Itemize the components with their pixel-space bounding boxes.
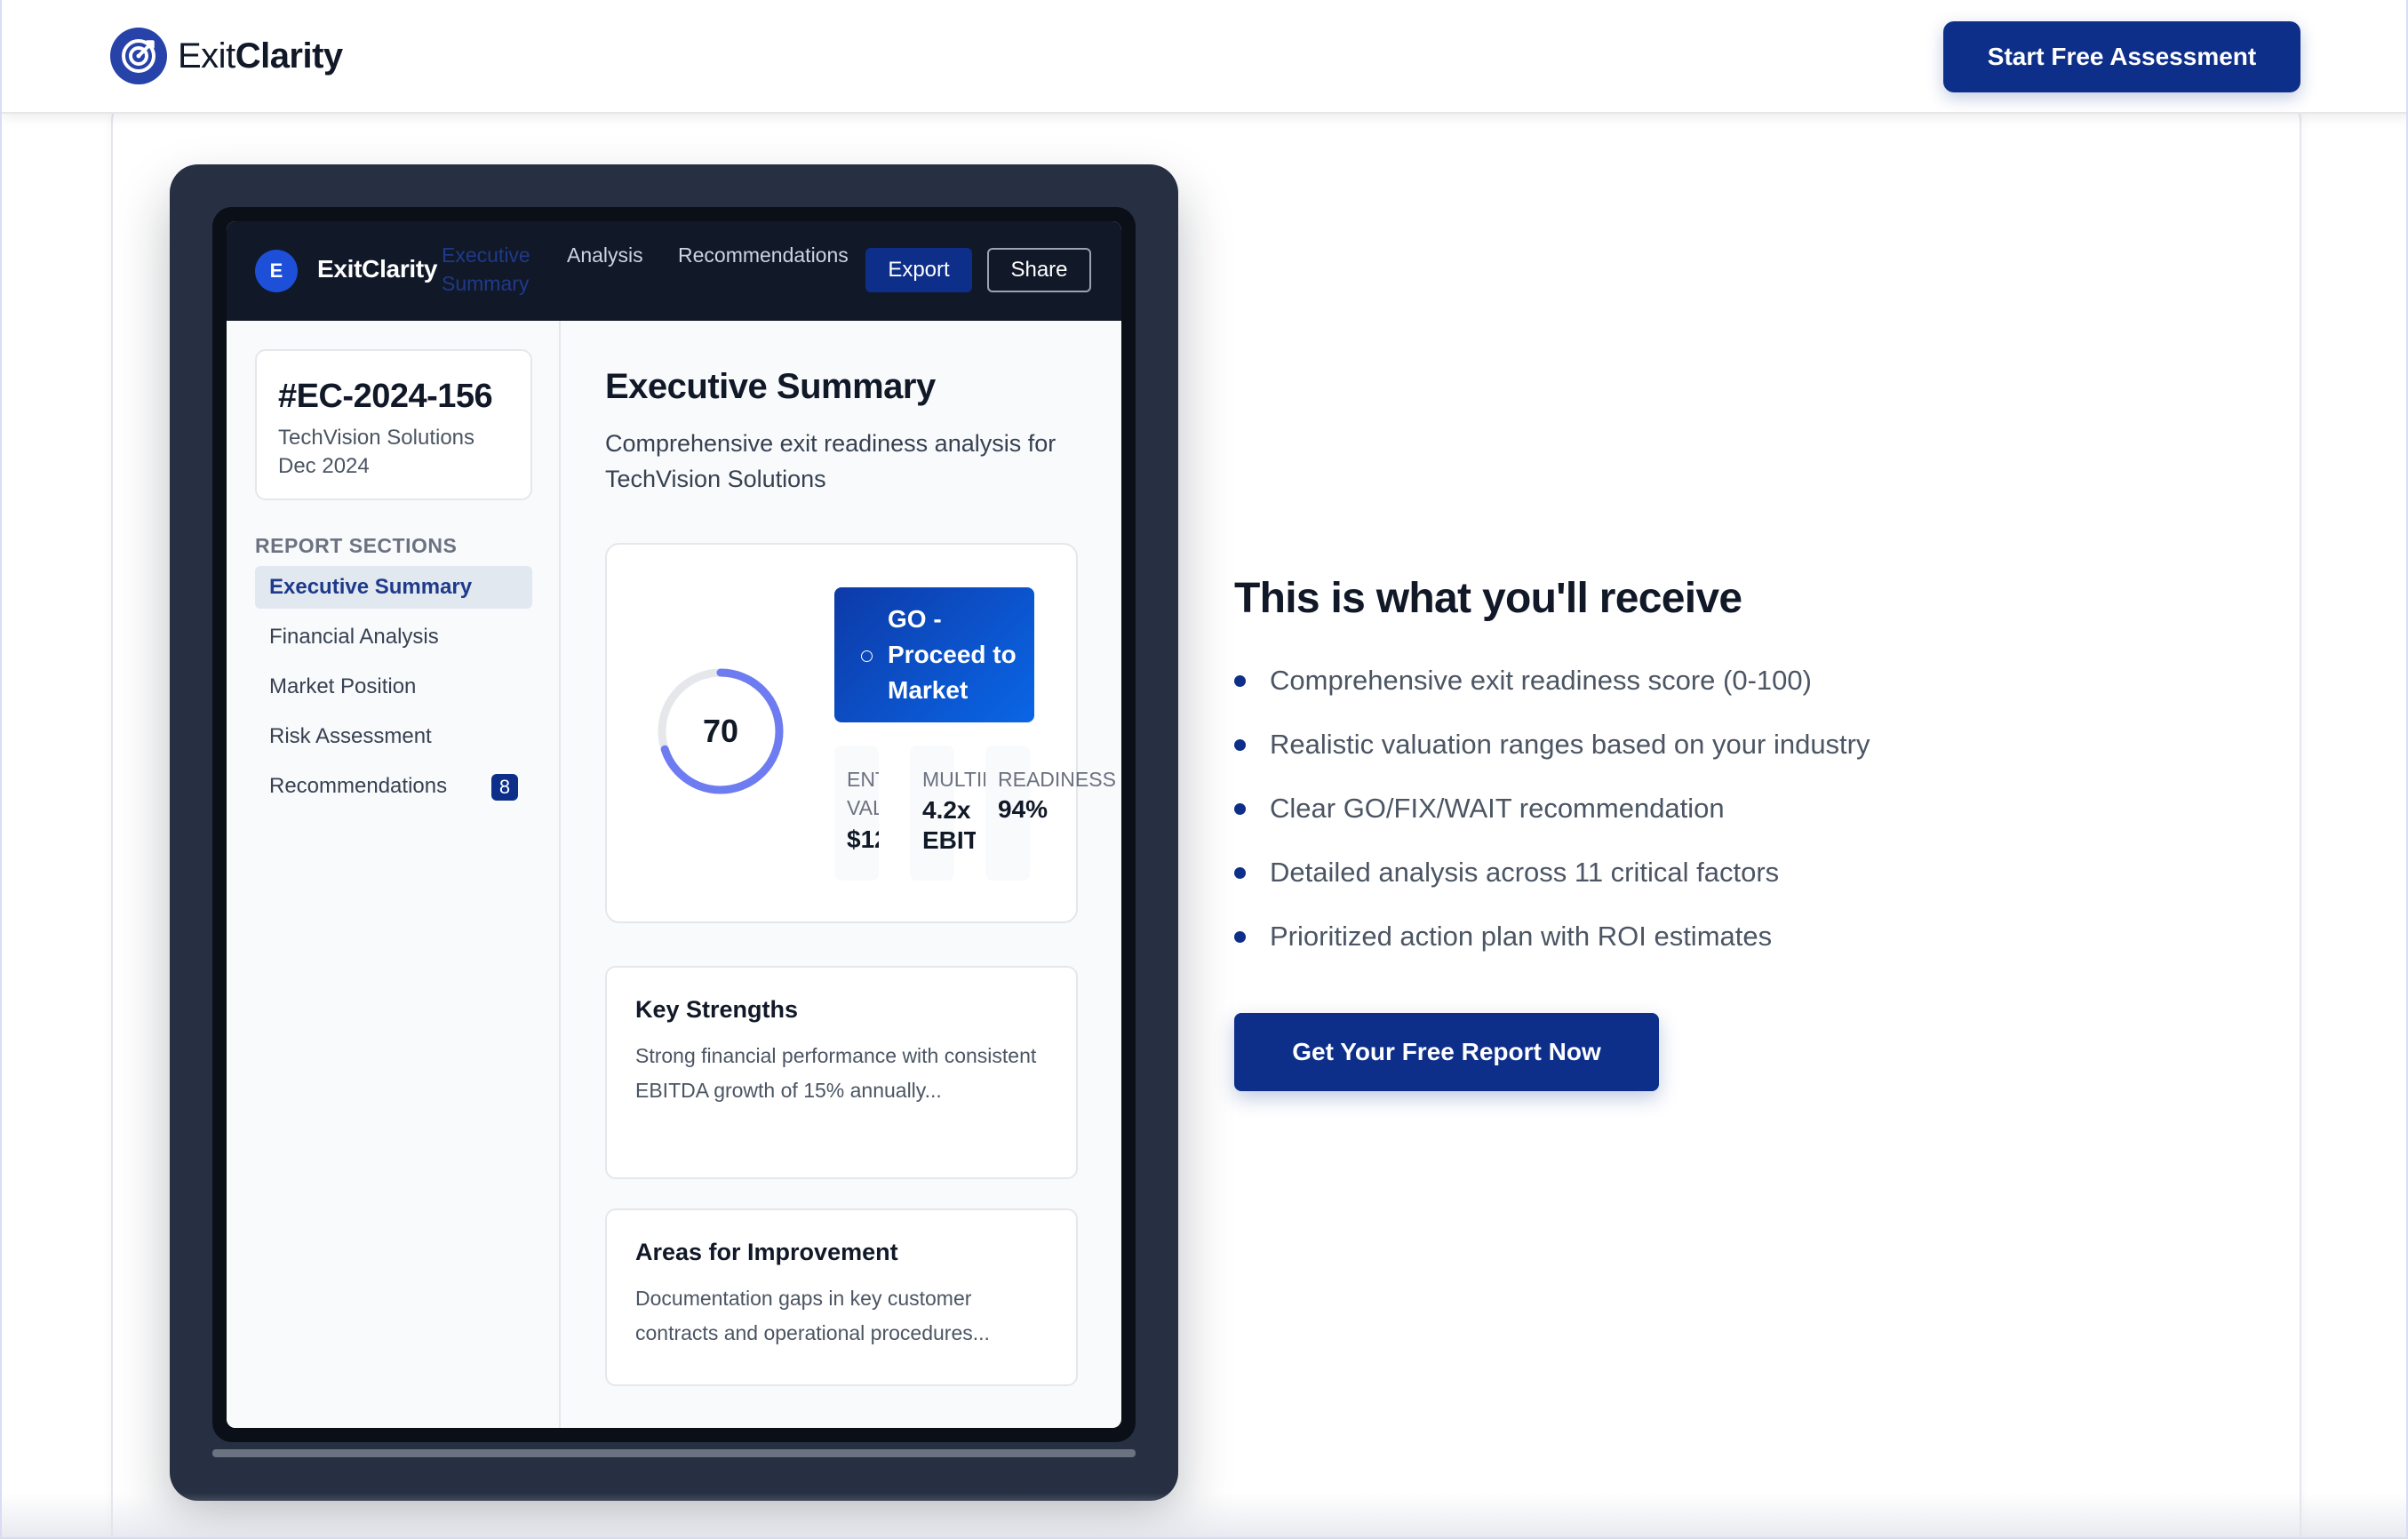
offer-title: This is what you'll receive — [1234, 575, 1742, 622]
report-sections-heading: REPORT SECTIONS — [255, 534, 458, 557]
export-button[interactable]: Export — [865, 248, 972, 292]
sidebar-item-risk-assessment[interactable]: Risk Assessment — [255, 715, 532, 758]
target-icon — [110, 28, 167, 84]
metric-label: READINESS — [998, 768, 1116, 791]
go-recommendation-label: GO - Proceed to Market — [888, 605, 1017, 704]
sidebar-item-label: Recommendations — [269, 774, 448, 798]
sidebar-item-label: Market Position — [269, 674, 417, 698]
tab-executive-summary[interactable]: Executive Summary — [442, 241, 541, 298]
metric-enterprise-value: ENTERPRISE VALUE $12M — [834, 746, 879, 881]
sidebar-item-executive-summary[interactable]: Executive Summary — [255, 566, 532, 609]
key-strengths-title: Key Strengths — [635, 996, 799, 1023]
metric-value: $12M — [847, 825, 879, 853]
start-free-assessment-button[interactable]: Start Free Assessment — [1943, 21, 2300, 92]
bullet-icon — [1234, 739, 1246, 751]
score-card: 70 GO - Proceed to Market ENTERPRISE VAL… — [605, 543, 1116, 923]
top-navbar: ExitClarity Start Free Assessment — [2, 0, 2406, 114]
report-id: #EC-2024-156 — [278, 378, 493, 415]
sidebar-item-recommendations[interactable]: Recommendations 8 — [255, 765, 532, 808]
share-button[interactable]: Share — [987, 248, 1091, 292]
bullet-icon — [1234, 675, 1246, 687]
count-badge: 8 — [491, 774, 518, 801]
app-logo-avatar: E — [255, 250, 298, 292]
metric-value: 94% — [998, 795, 1049, 823]
list-item: Realistic valuation ranges based on your… — [1234, 722, 1870, 785]
tablet-mockup: E ExitClarity Executive Summary Analysis… — [170, 164, 1178, 1501]
metric-label: ENTERPRISE VALUE — [847, 768, 879, 819]
section-title: Executive Summary — [605, 367, 936, 406]
list-item: Prioritized action plan with ROI estimat… — [1234, 913, 1870, 977]
key-strengths-card: Key Strengths Strong financial performan… — [605, 966, 1078, 1179]
report-info-card: #EC-2024-156 TechVision Solutions Dec 20… — [255, 349, 532, 500]
get-free-report-button[interactable]: Get Your Free Report Now — [1234, 1013, 1659, 1091]
offer-list: Comprehensive exit readiness score (0-10… — [1234, 658, 1870, 977]
areas-improvement-card: Areas for Improvement Documentation gaps… — [605, 1208, 1078, 1386]
sidebar-item-financial-analysis[interactable]: Financial Analysis — [255, 616, 532, 658]
app-header: E ExitClarity Executive Summary Analysis… — [227, 221, 1121, 321]
list-item: Clear GO/FIX/WAIT recommendation — [1234, 785, 1870, 849]
sidebar-item-label: Executive Summary — [269, 575, 473, 599]
bottom-fade — [2, 1493, 2406, 1537]
areas-improvement-title: Areas for Improvement — [635, 1239, 898, 1265]
list-item: Detailed analysis across 11 critical fac… — [1234, 849, 1870, 913]
score-value: 70 — [702, 713, 739, 749]
report-sidebar: #EC-2024-156 TechVision Solutions Dec 20… — [227, 321, 561, 1428]
list-item: Comprehensive exit readiness score (0-10… — [1234, 658, 1870, 722]
report-main: Executive Summary Comprehensive exit rea… — [561, 321, 1121, 1428]
tablet-bezel: E ExitClarity Executive Summary Analysis… — [212, 207, 1136, 1442]
metric-multiple: MULTIPLE 4.2x EBITDA — [910, 746, 993, 881]
tablet-home-bar — [212, 1449, 1136, 1457]
metric-value: 4.2x EBITDA — [922, 796, 976, 854]
tab-recommendations[interactable]: Recommendations — [678, 241, 849, 269]
key-strengths-text: Strong financial performance with consis… — [635, 1044, 1037, 1102]
brand-logo[interactable]: ExitClarity — [110, 28, 343, 84]
metric-readiness: READINESS 94% — [985, 746, 1116, 881]
go-recommendation-badge: GO - Proceed to Market — [834, 587, 1034, 722]
areas-improvement-text: Documentation gaps in key customer contr… — [635, 1287, 990, 1344]
tablet-screen: E ExitClarity Executive Summary Analysis… — [227, 221, 1121, 1428]
page-frame: ExitClarity Start Free Assessment E Exit… — [0, 0, 2408, 1539]
bullet-icon — [1234, 803, 1246, 815]
check-circle-icon — [861, 650, 873, 662]
app-name: ExitClarity — [317, 255, 438, 283]
bullet-icon — [1234, 931, 1246, 943]
brand-name: ExitClarity — [178, 36, 343, 76]
sidebar-item-market-position[interactable]: Market Position — [255, 666, 532, 708]
tab-analysis[interactable]: Analysis — [567, 241, 643, 269]
bullet-icon — [1234, 867, 1246, 879]
report-company: TechVision Solutions — [278, 426, 475, 450]
metric-label: MULTIPLE — [922, 768, 993, 791]
sidebar-item-label: Financial Analysis — [269, 625, 439, 649]
report-date: Dec 2024 — [278, 454, 370, 478]
section-subtitle: Comprehensive exit readiness analysis fo… — [605, 430, 1056, 492]
sidebar-item-label: Risk Assessment — [269, 724, 432, 748]
